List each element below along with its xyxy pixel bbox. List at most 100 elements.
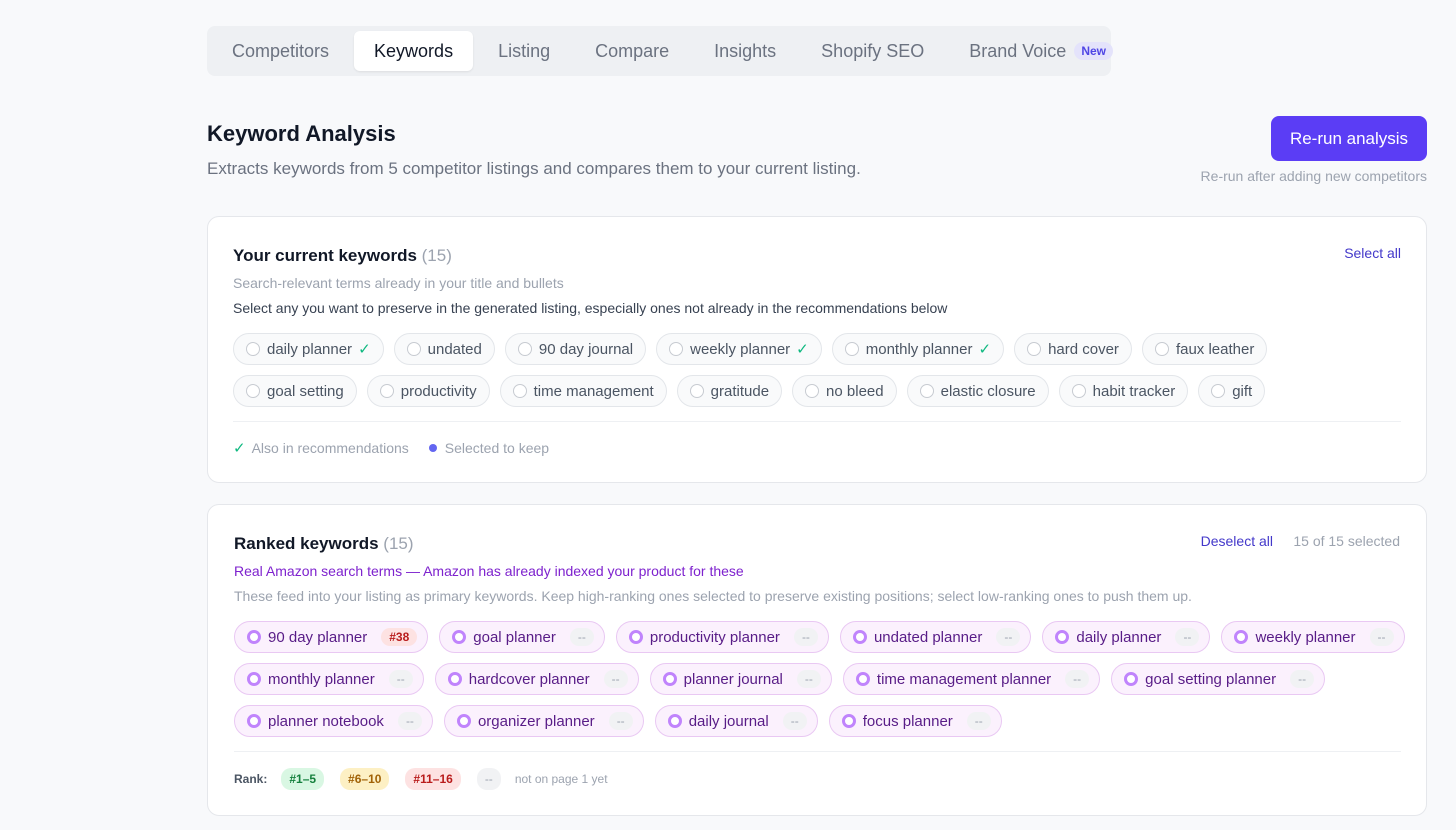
radio-selected-icon [452,630,467,644]
ranked-chip-label: hardcover planner [468,670,590,688]
keyword-chip-habit-tracker[interactable]: habit tracker [1058,375,1189,407]
current-keywords-desc: Search-relevant terms already in your ti… [233,275,564,291]
rank-badge: -- [603,670,628,688]
radio-selected-icon [247,714,261,728]
ranked-chip-monthly-planner[interactable]: monthly planner -- [234,663,424,695]
new-badge: New [1074,42,1113,60]
ranked-chip-label: goal setting planner [1145,670,1277,688]
radio-icon [919,384,934,398]
deselect-all-link[interactable]: Deselect all [1201,533,1273,549]
keyword-chip-label: weekly planner [690,340,791,358]
ranked-chip-productivity-planner[interactable]: productivity planner -- [615,621,829,653]
radio-selected-icon [628,630,643,644]
rank-legend-note: not on page 1 yet [514,772,608,786]
ranked-keywords-instructions: These feed into your listing as primary … [234,588,1192,604]
keyword-chip-gratitude[interactable]: gratitude [676,375,783,407]
keyword-chip-goal-setting[interactable]: goal setting [233,375,357,407]
ranked-chip-undated-planner[interactable]: undated planner -- [839,621,1032,653]
radio-icon [689,384,704,398]
radio-selected-icon [662,672,677,686]
radio-icon [1154,342,1169,356]
radio-icon [1211,384,1226,398]
radio-icon [246,342,260,356]
keyword-chip-no-bleed[interactable]: no bleed [792,375,897,407]
ranked-chip-weekly-planner[interactable]: weekly planner -- [1221,621,1405,653]
rank-badge: -- [996,628,1021,646]
tab-bar: Competitors Keywords Listing Compare Ins… [207,26,1113,76]
rank-legend-label: Rank: [234,772,268,786]
select-all-link[interactable]: Select all [1344,245,1401,261]
keyword-chip-label: elastic closure [940,382,1036,400]
ranked-keywords-row-2: monthly planner -- hardcover planner -- pl… [234,663,1336,695]
ranked-chip-daily-planner[interactable]: daily planner -- [1042,621,1211,653]
ranked-chip-label: undated planner [873,628,983,646]
keyword-chip-elastic-closure[interactable]: elastic closure [906,375,1049,407]
tab-listing[interactable]: Listing [478,31,570,71]
keyword-chip-label: time management [533,382,654,400]
rank-badge: #38 [381,628,418,646]
keyword-chip-gift[interactable]: gift [1198,375,1266,407]
rank-badge: -- [966,712,991,730]
keyword-chip-daily-planner[interactable]: daily planner ✓ [233,333,384,365]
keyword-chip-label: undated [427,340,482,358]
ranked-keywords-row-3: planner notebook -- organizer planner -- d… [234,705,1013,737]
ranked-chip-planner-notebook[interactable]: planner notebook -- [234,705,433,737]
ranked-chip-time-management-planner[interactable]: time management planner -- [842,663,1101,695]
page-subtitle: Extracts keywords from 5 competitor list… [207,159,861,178]
current-keywords-card: Your current keywords (15) Select all Se… [207,216,1427,483]
radio-icon [406,342,421,356]
check-icon: ✓ [796,341,809,358]
keyword-chip-productivity[interactable]: productivity [366,375,490,407]
rank-badge: -- [782,712,807,730]
radio-selected-icon [447,672,462,686]
keyword-chip-monthly-planner[interactable]: monthly planner ✓ [831,333,1005,365]
selected-dot-icon [428,444,437,452]
radio-icon [517,342,532,356]
ranked-chip-planner-journal[interactable]: planner journal -- [649,663,832,695]
check-icon: ✓ [233,440,246,457]
ranked-chip-label: 90 day planner [268,628,368,646]
radio-icon [379,384,394,398]
keyword-chip-label: habit tracker [1092,382,1176,400]
ranked-chip-organizer-planner[interactable]: organizer planner -- [443,705,644,737]
rank-badge: -- [397,712,422,730]
ranked-chip-hardcover-planner[interactable]: hardcover planner -- [434,663,639,695]
rank-badge: -- [1175,628,1200,646]
ranked-chip-90-day-planner[interactable]: 90 day planner #38 [234,621,429,653]
tab-compare[interactable]: Compare [575,31,689,71]
keyword-chip-time-management[interactable]: time management [499,375,667,407]
keyword-chip-label: daily planner [267,340,353,358]
ranked-keywords-card: Ranked keywords (15) Deselect all 15 of … [207,504,1427,816]
tab-shopify-seo[interactable]: Shopify SEO [801,31,944,71]
current-keywords-heading: Your current keywords [233,246,417,265]
rank-badge: -- [608,712,633,730]
keyword-chip-label: hard cover [1048,340,1119,358]
radio-selected-icon [247,672,261,686]
ranked-chip-goal-setting-planner[interactable]: goal setting planner -- [1111,663,1326,695]
ranked-chip-daily-journal[interactable]: daily journal -- [654,705,818,737]
rerun-analysis-button[interactable]: Re-run analysis [1271,116,1427,161]
radio-selected-icon [667,714,682,728]
ranked-keywords-title: Ranked keywords (15) [234,534,414,554]
ranked-chip-label: daily planner [1076,628,1162,646]
tab-competitors[interactable]: Competitors [212,31,349,71]
radio-icon [246,384,260,398]
keyword-chip-90-day-journal[interactable]: 90 day journal [504,333,647,365]
current-keywords-count: (15) [421,246,452,265]
radio-icon [844,342,859,356]
rerun-hint: Re-run after adding new competitors [1200,168,1427,184]
keyword-chip-faux-leather[interactable]: faux leather [1141,333,1268,365]
tab-keywords[interactable]: Keywords [354,31,474,71]
radio-selected-icon [841,714,856,728]
ranked-chip-focus-planner[interactable]: focus planner -- [828,705,1002,737]
keyword-chip-hard-cover[interactable]: hard cover [1014,333,1132,365]
tab-insights[interactable]: Insights [694,31,796,71]
keyword-chip-weekly-planner[interactable]: weekly planner ✓ [656,333,822,365]
keyword-chip-label: faux leather [1175,340,1255,358]
keyword-chip-undated[interactable]: undated [393,333,495,365]
rank-legend-none: -- [476,768,501,790]
tab-brand-voice[interactable]: Brand Voice New [949,31,1133,71]
rank-badge: -- [1065,670,1090,688]
radio-selected-icon [1055,630,1070,644]
ranked-chip-goal-planner[interactable]: goal planner -- [439,621,605,653]
